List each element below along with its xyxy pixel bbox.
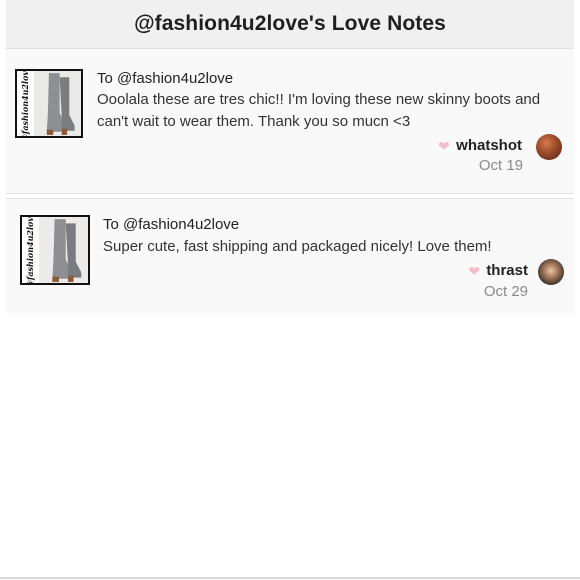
note-date: Oct 29	[483, 283, 528, 300]
note-message: Ooolala these are tres chic!! I'm loving…	[97, 91, 541, 130]
bottom-divider	[0, 577, 580, 579]
avatar[interactable]	[538, 259, 564, 285]
love-note: @fashion4u2love To @fashion4u2love Ooola…	[6, 49, 574, 194]
listing-thumbnail[interactable]: @fashion4u2love	[15, 69, 83, 138]
author-username[interactable]: thrast	[486, 262, 528, 279]
note-message: Super cute, fast shipping and packaged n…	[103, 238, 492, 255]
boot-photo	[39, 217, 88, 283]
page-title: @fashion4u2love's Love Notes	[134, 12, 446, 35]
heart-icon: ❤	[468, 262, 481, 279]
boot-photo	[34, 71, 81, 136]
listing-thumbnail[interactable]: @fashion4u2love	[20, 215, 90, 285]
avatar[interactable]	[536, 134, 562, 160]
page-header: @fashion4u2love's Love Notes	[6, 0, 574, 49]
heart-icon: ❤	[438, 137, 450, 154]
author-username[interactable]: whatshot	[456, 137, 522, 154]
note-author[interactable]: ❤ whatshot	[438, 137, 522, 154]
thumbnail-watermark: @fashion4u2love	[20, 71, 31, 136]
thumbnail-watermark: @fashion4u2love	[25, 217, 36, 283]
note-date: Oct 19	[478, 157, 523, 174]
note-recipient: To @fashion4u2love	[103, 216, 240, 233]
page: @fashion4u2love's Love Notes @fashion4u2…	[0, 0, 580, 580]
note-author[interactable]: ❤ thrast	[468, 262, 528, 279]
note-recipient: To @fashion4u2love	[97, 70, 234, 87]
love-note: @fashion4u2love To @fashion4u2love Super…	[6, 198, 574, 313]
